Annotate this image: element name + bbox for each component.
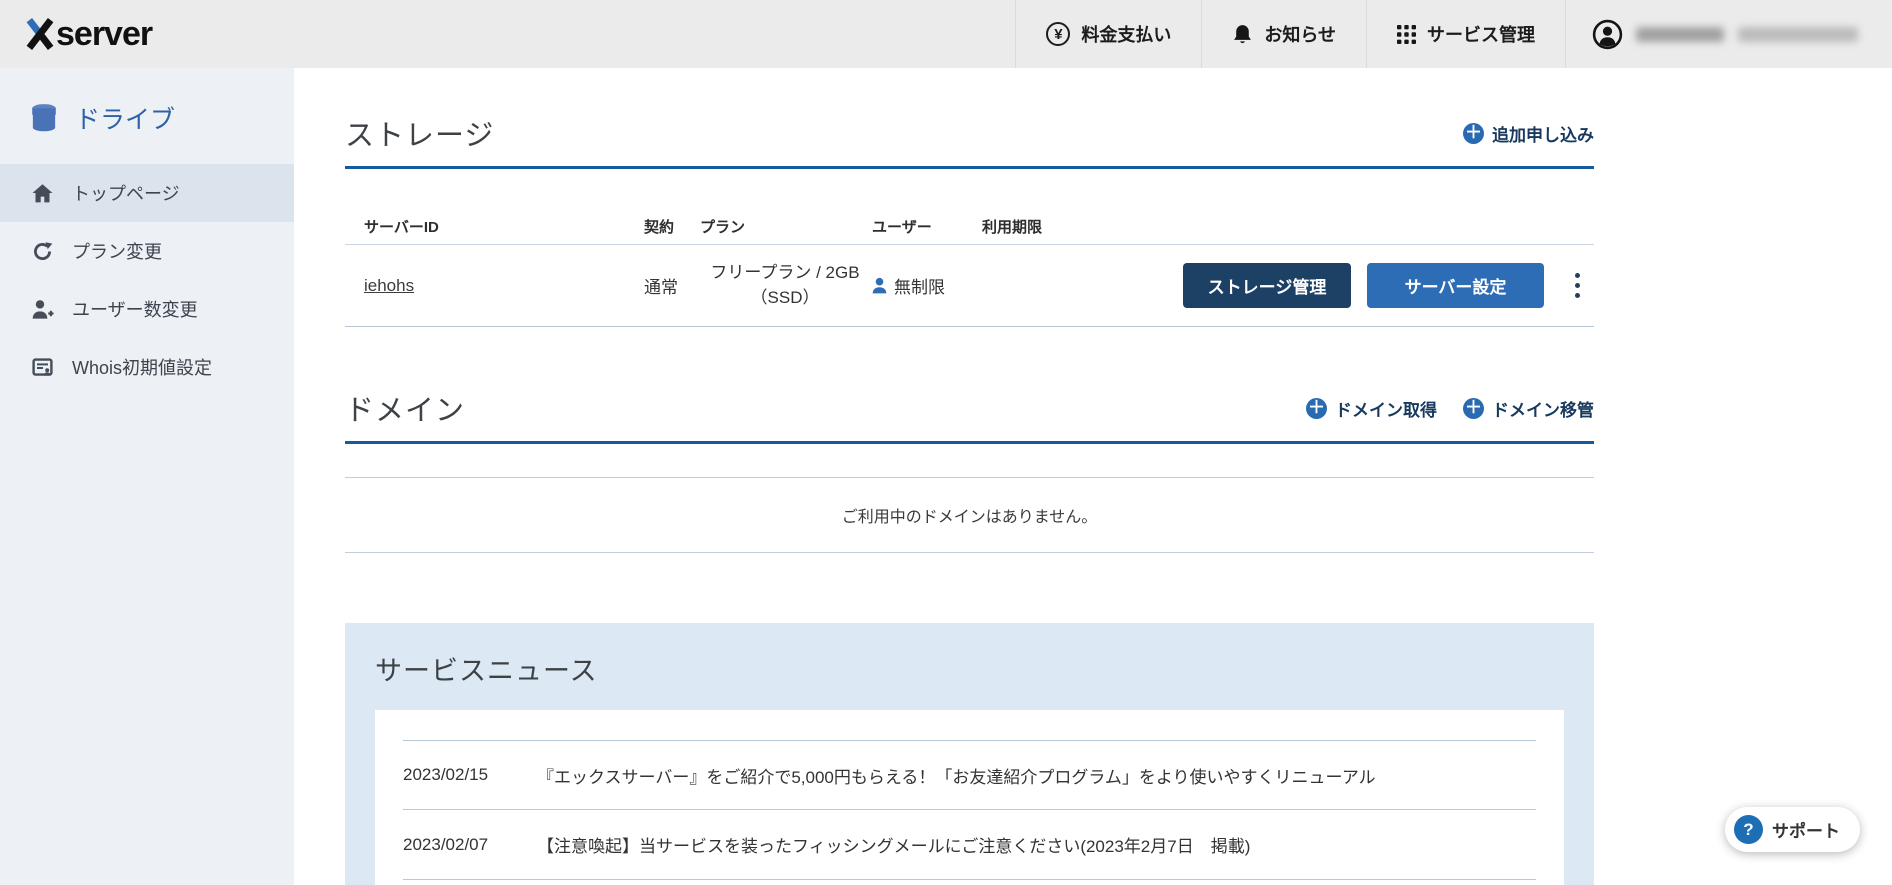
domain-section: ドメイン ＋ ドメイン取得 ＋ ドメイン移管 ご利用中のドメインはありません。: [345, 387, 1594, 553]
news-date: 2023/02/15: [403, 765, 489, 784]
nav-notifications-label: お知らせ: [1264, 25, 1336, 45]
x-mark-icon: [26, 18, 54, 50]
storage-manage-button[interactable]: ストレージ管理: [1183, 263, 1351, 308]
xserver-logo[interactable]: server: [0, 0, 153, 68]
storage-table: サーバーID 契約 プラン ユーザー 利用期限 iehohs 通常 フリープラン…: [345, 209, 1594, 327]
plus-circle-icon: ＋: [1463, 397, 1484, 419]
table-row: iehohs 通常 フリープラン / 2GB （SSD） 無制限 ストレージ管理…: [345, 245, 1594, 327]
news-item[interactable]: 2023/02/07 【注意喚起】当サービスを装ったフィッシングメールにご注意く…: [403, 810, 1536, 880]
nav-service-management[interactable]: サービス管理: [1366, 0, 1565, 68]
user-value: 無制限: [870, 273, 982, 298]
sidebar-item-plan-change[interactable]: プラン変更: [0, 222, 294, 280]
drive-icon: [30, 103, 58, 133]
server-id-link[interactable]: iehohs: [364, 276, 414, 295]
person-icon: [872, 277, 887, 294]
col-expiry: 利用期限: [982, 219, 1043, 236]
header-nav: ¥ 料金支払い お知らせ サービス管理: [1015, 0, 1892, 68]
sidebar-item-label: プラン変更: [72, 242, 162, 262]
sidebar: ドライブ トップページ プラン変更 ユーザー数変更 Whois初期値設定: [0, 68, 294, 885]
news-item[interactable]: 2023/01/25 令和5年1月の大雪により被災されたお客様への特別措置に関す…: [403, 880, 1536, 885]
domain-acquire-label: ドメイン取得: [1335, 400, 1437, 420]
plus-circle-icon: ＋: [1463, 122, 1484, 144]
sidebar-item-label: ユーザー数変更: [72, 300, 198, 320]
user-circle-icon: [1592, 19, 1623, 50]
nav-payment-label: 料金支払い: [1081, 25, 1172, 45]
sidebar-item-label: Whois初期値設定: [72, 358, 213, 378]
domain-title: ドメイン: [345, 395, 466, 427]
add-storage-label: 追加申し込み: [1492, 125, 1594, 145]
news-text: 『エックスサーバー』をご紹介で5,000円もらえる！「お友達紹介プログラム」をよ…: [537, 767, 1376, 787]
account-name-redacted: [1636, 26, 1858, 42]
add-storage-button[interactable]: ＋ 追加申し込み: [1463, 121, 1594, 146]
question-circle-icon: ?: [1734, 815, 1763, 844]
storage-table-header: サーバーID 契約 プラン ユーザー 利用期限: [345, 209, 1594, 245]
nav-service-management-label: サービス管理: [1427, 25, 1535, 45]
plan-value: フリープラン / 2GB （SSD）: [710, 262, 860, 307]
sidebar-item-label: トップページ: [72, 184, 180, 204]
whois-icon: [30, 357, 54, 378]
news-item[interactable]: 2023/02/15 『エックスサーバー』をご紹介で5,000円もらえる！「お友…: [403, 740, 1536, 810]
user-add-icon: [30, 299, 54, 320]
support-label: サポート: [1772, 822, 1840, 841]
top-header: server ¥ 料金支払い お知らせ サービス管理: [0, 0, 1892, 68]
news-text: 【注意喚起】当サービスを装ったフィッシングメールにご注意ください(2023年2月…: [537, 837, 1251, 856]
home-icon: [30, 183, 54, 204]
domain-acquire-button[interactable]: ＋ ドメイン取得: [1306, 396, 1437, 421]
contract-value: 通常: [644, 278, 678, 297]
sidebar-brand-drive[interactable]: ドライブ: [0, 68, 294, 164]
col-server-id: サーバーID: [364, 219, 439, 236]
logo-text: server: [56, 14, 153, 53]
col-contract: 契約: [644, 219, 675, 236]
service-news-title: サービスニュース: [375, 656, 598, 686]
support-button[interactable]: ? サポート: [1725, 807, 1860, 852]
col-plan: プラン: [700, 219, 746, 236]
storage-title: ストレージ: [345, 120, 495, 152]
grid-icon: [1397, 24, 1416, 44]
storage-section: ストレージ ＋ 追加申し込み サーバーID 契約 プラン ユーザー 利用期限 i…: [345, 112, 1594, 327]
domain-empty-message: ご利用中のドメインはありません。: [345, 477, 1594, 553]
domain-transfer-button[interactable]: ＋ ドメイン移管: [1463, 396, 1594, 421]
sidebar-brand-label: ドライブ: [75, 106, 176, 134]
plus-circle-icon: ＋: [1306, 397, 1327, 419]
news-date: 2023/02/07: [403, 834, 489, 854]
nav-payment[interactable]: ¥ 料金支払い: [1015, 0, 1201, 68]
yen-circle-icon: ¥: [1046, 22, 1071, 46]
sidebar-item-user-count-change[interactable]: ユーザー数変更: [0, 280, 294, 338]
bell-icon: [1232, 23, 1253, 46]
nav-notifications[interactable]: お知らせ: [1201, 0, 1366, 68]
sidebar-item-whois-default[interactable]: Whois初期値設定: [0, 338, 294, 396]
domain-transfer-label: ドメイン移管: [1492, 400, 1594, 420]
col-user: ユーザー: [872, 219, 932, 236]
refresh-icon: [30, 241, 54, 262]
main-content: ストレージ ＋ 追加申し込み サーバーID 契約 プラン ユーザー 利用期限 i…: [294, 68, 1892, 885]
server-settings-button[interactable]: サーバー設定: [1367, 263, 1544, 308]
account-menu[interactable]: [1565, 0, 1892, 68]
service-news-list: 2023/02/15 『エックスサーバー』をご紹介で5,000円もらえる！「お友…: [375, 710, 1564, 885]
service-news-section: サービスニュース 2023/02/15 『エックスサーバー』をご紹介で5,000…: [345, 623, 1594, 885]
sidebar-item-top-page[interactable]: トップページ: [0, 164, 294, 222]
kebab-menu-icon[interactable]: [1564, 263, 1590, 308]
